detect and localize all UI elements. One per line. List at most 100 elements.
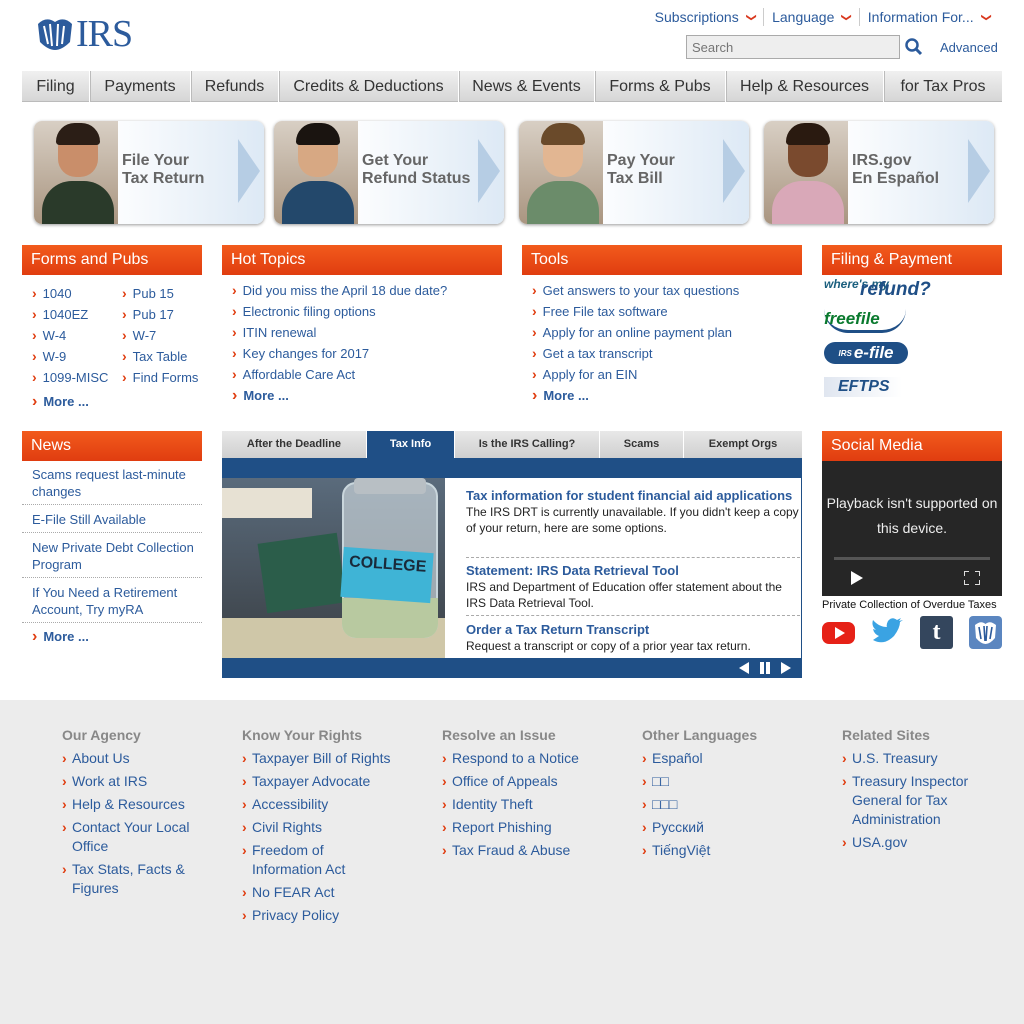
promo-file-return[interactable]: File Your Tax Return bbox=[34, 121, 264, 224]
tab-after-deadline[interactable]: After the Deadline bbox=[222, 431, 367, 458]
nav-payments[interactable]: Payments bbox=[90, 71, 191, 102]
tab-irs-calling[interactable]: Is the IRS Calling? bbox=[455, 431, 600, 458]
youtube-icon[interactable] bbox=[822, 616, 855, 649]
previous-icon[interactable] bbox=[738, 662, 750, 674]
irs-seal-icon[interactable] bbox=[969, 616, 1002, 649]
promo-espanol[interactable]: IRS.gov En Español bbox=[764, 121, 994, 224]
pause-icon[interactable] bbox=[759, 662, 771, 674]
footer-link[interactable]: Español bbox=[642, 749, 812, 768]
form-link[interactable]: Pub 17 bbox=[122, 306, 174, 322]
footer-heading: Know Your Rights bbox=[242, 727, 363, 743]
tool-link[interactable]: Free File tax software bbox=[532, 303, 668, 319]
footer-link[interactable]: Respond to a Notice bbox=[442, 749, 612, 768]
footer-link[interactable]: Civil Rights bbox=[242, 818, 412, 837]
footer-link[interactable]: Work at IRS bbox=[62, 772, 232, 791]
footer-link[interactable]: Treasury Inspector General for Tax Admin… bbox=[842, 772, 972, 829]
footer-link[interactable]: Contact Your Local Office bbox=[62, 818, 202, 856]
play-icon[interactable] bbox=[850, 571, 864, 585]
footer-link[interactable]: About Us bbox=[62, 749, 232, 768]
subscriptions-link[interactable]: Subscriptions ❯ bbox=[647, 8, 763, 26]
form-link[interactable]: W-4 bbox=[32, 327, 67, 343]
news-item[interactable]: New Private Debt Collection Program bbox=[22, 539, 202, 578]
promo-pay-bill[interactable]: Pay Your Tax Bill bbox=[519, 121, 749, 224]
nav-refunds[interactable]: Refunds bbox=[191, 71, 279, 102]
language-link[interactable]: Language ❯ bbox=[763, 8, 859, 26]
news-more-link[interactable]: More ... bbox=[32, 628, 89, 646]
form-link[interactable]: W-7 bbox=[122, 327, 157, 343]
nav-filing[interactable]: Filing bbox=[22, 71, 90, 102]
forms-more-link[interactable]: More ... bbox=[32, 393, 89, 411]
next-icon[interactable] bbox=[780, 662, 792, 674]
eftps-logo[interactable]: EFTPS bbox=[824, 377, 902, 397]
form-link[interactable]: Pub 15 bbox=[122, 285, 174, 301]
footer-link[interactable]: Tax Fraud & Abuse bbox=[442, 841, 612, 860]
form-link[interactable]: 1040EZ bbox=[32, 306, 89, 322]
form-link[interactable]: 1099-MISC bbox=[32, 369, 109, 385]
advanced-search-link[interactable]: Advanced bbox=[940, 40, 998, 55]
search-icon[interactable] bbox=[904, 37, 924, 57]
hot-topic-link[interactable]: Affordable Care Act bbox=[232, 366, 356, 382]
footer-link[interactable]: No FEAR Act bbox=[242, 883, 412, 902]
tax-info-item: Tax information for student financial ai… bbox=[466, 488, 800, 558]
information-for-link[interactable]: Information For... ❯ bbox=[858, 8, 998, 26]
tax-info-title-link[interactable]: Tax information for student financial ai… bbox=[466, 488, 800, 504]
tab-tax-info[interactable]: Tax Info bbox=[367, 431, 455, 458]
footer-link[interactable]: U.S. Treasury bbox=[842, 749, 1012, 768]
footer-link[interactable]: Русский bbox=[642, 818, 812, 837]
footer-link[interactable]: Taxpayer Bill of Rights bbox=[242, 749, 412, 768]
tax-info-body: Request a transcript or copy of a prior … bbox=[466, 639, 751, 653]
news-item[interactable]: If You Need a Retirement Account, Try my… bbox=[22, 584, 202, 623]
tax-info-title-link[interactable]: Statement: IRS Data Retrieval Tool bbox=[466, 563, 800, 579]
tool-link[interactable]: Get a tax transcript bbox=[532, 345, 653, 361]
hot-topic-link[interactable]: Electronic filing options bbox=[232, 303, 376, 319]
form-link[interactable]: Find Forms bbox=[122, 369, 199, 385]
twitter-icon[interactable] bbox=[870, 616, 903, 649]
footer-link[interactable]: USA.gov bbox=[842, 833, 1012, 852]
form-link[interactable]: W-9 bbox=[32, 348, 67, 364]
tools-more-link[interactable]: More ... bbox=[532, 387, 589, 405]
form-link[interactable]: 1040 bbox=[32, 285, 72, 301]
nav-help-resources[interactable]: Help & Resources bbox=[726, 71, 884, 102]
footer-link[interactable]: □□□ bbox=[642, 795, 812, 814]
tab-exempt-orgs[interactable]: Exempt Orgs bbox=[684, 431, 802, 458]
form-link[interactable]: Tax Table bbox=[122, 348, 188, 364]
tab-scams[interactable]: Scams bbox=[600, 431, 684, 458]
footer-link[interactable]: Help & Resources bbox=[62, 795, 232, 814]
hot-topic-link[interactable]: ITIN renewal bbox=[232, 324, 317, 340]
nav-news-events[interactable]: News & Events bbox=[459, 71, 595, 102]
footer-link[interactable]: Identity Theft bbox=[442, 795, 612, 814]
footer-link[interactable]: Report Phishing bbox=[442, 818, 612, 837]
tax-info-item: Statement: IRS Data Retrieval Tool IRS a… bbox=[466, 563, 800, 616]
video-player[interactable]: Playback isn't supported on this device. bbox=[822, 461, 1002, 596]
nav-tax-pros[interactable]: for Tax Pros bbox=[884, 71, 1002, 102]
tool-link[interactable]: Apply for an online payment plan bbox=[532, 324, 732, 340]
efile-logo[interactable]: IRS e-file bbox=[824, 342, 908, 364]
hot-topic-link[interactable]: Did you miss the April 18 due date? bbox=[232, 282, 448, 298]
footer-link[interactable]: □□ bbox=[642, 772, 812, 791]
footer-link[interactable]: Freedom of Information Act bbox=[242, 841, 392, 879]
wheres-my-refund-logo[interactable]: where's my refund? bbox=[824, 277, 954, 301]
nav-credits-deductions[interactable]: Credits & Deductions bbox=[279, 71, 459, 102]
tumblr-icon[interactable]: t bbox=[920, 616, 953, 649]
promo-line2: En Español bbox=[852, 170, 940, 187]
nav-forms-pubs[interactable]: Forms & Pubs bbox=[595, 71, 726, 102]
footer-link[interactable]: Privacy Policy bbox=[242, 906, 412, 925]
tool-link[interactable]: Get answers to your tax questions bbox=[532, 282, 740, 298]
search-input[interactable] bbox=[686, 35, 900, 59]
promo-photo bbox=[274, 121, 358, 224]
footer-link[interactable]: Office of Appeals bbox=[442, 772, 612, 791]
news-item[interactable]: Scams request last-minute changes bbox=[22, 466, 202, 505]
footer-link[interactable]: Tax Stats, Facts & Figures bbox=[62, 860, 192, 898]
footer-link[interactable]: Accessibility bbox=[242, 795, 412, 814]
promo-refund-status[interactable]: Get Your Refund Status bbox=[274, 121, 504, 224]
tax-info-title-link[interactable]: Order a Tax Return Transcript bbox=[466, 622, 800, 638]
news-item[interactable]: E-File Still Available bbox=[22, 511, 202, 533]
fullscreen-icon[interactable] bbox=[964, 571, 980, 585]
footer-link[interactable]: Taxpayer Advocate bbox=[242, 772, 412, 791]
freefile-logo[interactable]: freefile bbox=[824, 309, 906, 333]
irs-logo[interactable]: IRS bbox=[36, 15, 133, 53]
hot-topic-link[interactable]: Key changes for 2017 bbox=[232, 345, 369, 361]
hot-topics-more-link[interactable]: More ... bbox=[232, 387, 289, 405]
footer-link[interactable]: TiếngViệt bbox=[642, 841, 812, 860]
tool-link[interactable]: Apply for an EIN bbox=[532, 366, 638, 382]
